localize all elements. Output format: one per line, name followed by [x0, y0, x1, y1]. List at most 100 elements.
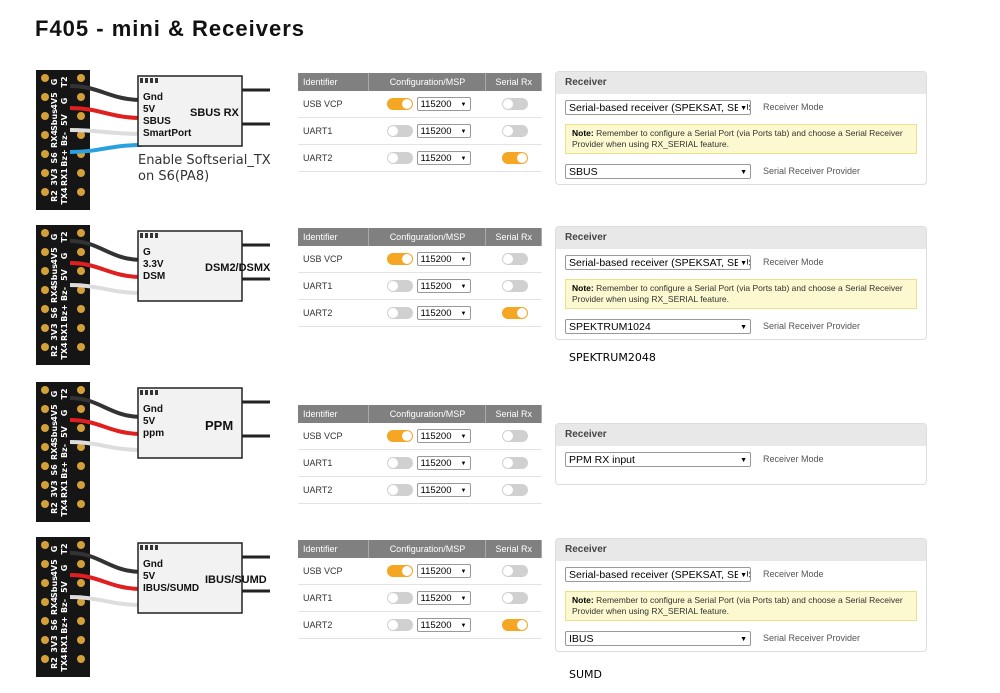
- column-header: Identifier: [298, 540, 370, 558]
- ports-table: Identifier Configuration/MSP Serial Rx USB …: [298, 540, 542, 639]
- serial-rx-toggle[interactable]: [501, 619, 528, 631]
- serial-rx-toggle[interactable]: [501, 125, 528, 137]
- msp-toggle[interactable]: [386, 457, 413, 469]
- serial-provider-row: IBUS Serial Receiver Provider: [556, 625, 926, 651]
- serial-provider-select[interactable]: IBUS: [565, 630, 751, 646]
- receiver-mode-select[interactable]: Serial-based receiver (SPEKSAT, SBUS, SU…: [565, 99, 751, 115]
- serial-rx-cell: [487, 280, 542, 292]
- solder-pad: [77, 386, 85, 394]
- serial-rx-toggle[interactable]: [501, 484, 528, 496]
- table-row: UART1 115200: [298, 450, 542, 477]
- pad-label: Sbus: [50, 576, 59, 598]
- receiver-pin-label: DSM: [143, 271, 165, 282]
- receiver-pin-label: G: [143, 247, 151, 258]
- connector-pin: [145, 545, 148, 550]
- serial-provider-row: SBUS Serial Receiver Provider: [556, 158, 926, 184]
- solder-pad: [77, 267, 85, 275]
- port-identifier: UART1: [303, 458, 333, 468]
- connector-pin: [140, 390, 143, 395]
- receiver-mode-select[interactable]: PPM RX input: [565, 451, 751, 467]
- baud-select[interactable]: 115200: [416, 306, 471, 321]
- baud-select[interactable]: 115200: [416, 151, 471, 166]
- solder-pad: [77, 617, 85, 625]
- serial-rx-toggle[interactable]: [501, 152, 528, 164]
- serial-rx-toggle[interactable]: [501, 98, 528, 110]
- ports-table: Identifier Configuration/MSP Serial Rx USB …: [298, 228, 542, 327]
- pad-label: S6: [50, 152, 59, 164]
- msp-toggle[interactable]: [386, 430, 413, 442]
- serial-provider-select[interactable]: SPEKTRUM1024: [565, 318, 751, 334]
- serial-rx-toggle[interactable]: [501, 430, 528, 442]
- serial-rx-toggle[interactable]: [501, 592, 528, 604]
- solder-pad: [41, 305, 49, 313]
- port-identifier: UART2: [303, 485, 333, 495]
- solder-pad: [41, 500, 49, 508]
- solder-pad: [77, 541, 85, 549]
- column-header: Configuration/MSP: [369, 405, 487, 423]
- pad-label: G: [50, 234, 59, 241]
- column-header: Configuration/MSP: [369, 73, 487, 91]
- receiver-mode-label: Receiver Mode: [763, 569, 824, 579]
- serial-provider-label: Serial Receiver Provider: [763, 166, 861, 176]
- serial-rx-toggle[interactable]: [501, 280, 528, 292]
- ports-table-header: Identifier Configuration/MSP Serial Rx: [298, 228, 542, 246]
- receiver-mode-label: Receiver Mode: [763, 257, 824, 267]
- note-body: Remember to configure a Serial Port (via…: [572, 283, 903, 304]
- receiver-pin-label: Gnd: [143, 559, 163, 570]
- table-row: UART1 115200: [298, 273, 542, 300]
- table-row: UART2 115200: [298, 300, 542, 327]
- msp-toggle[interactable]: [386, 484, 413, 496]
- table-row: UART1 115200: [298, 585, 542, 612]
- msp-toggle[interactable]: [386, 280, 413, 292]
- receiver-mode-select[interactable]: Serial-based receiver (SPEKSAT, SBUS, SU…: [565, 254, 751, 270]
- baud-select[interactable]: 115200: [416, 483, 471, 498]
- msp-toggle[interactable]: [386, 592, 413, 604]
- solder-pad: [41, 229, 49, 237]
- solder-pad: [77, 74, 85, 82]
- msp-toggle[interactable]: [386, 307, 413, 319]
- baud-select[interactable]: 115200: [416, 429, 471, 444]
- pad-label: R2: [50, 190, 59, 202]
- serial-rx-toggle[interactable]: [501, 565, 528, 577]
- pad-label: G: [50, 546, 59, 553]
- msp-toggle[interactable]: [386, 565, 413, 577]
- configuration-cell: 115200: [370, 564, 487, 579]
- msp-toggle[interactable]: [386, 125, 413, 137]
- msp-toggle[interactable]: [386, 98, 413, 110]
- column-header: Serial Rx: [486, 405, 542, 423]
- msp-toggle[interactable]: [386, 152, 413, 164]
- configuration-cell: 115200: [370, 151, 487, 166]
- baud-select[interactable]: 115200: [416, 279, 471, 294]
- msp-toggle[interactable]: [386, 253, 413, 265]
- solder-pad: [41, 286, 49, 294]
- baud-select[interactable]: 115200: [416, 591, 471, 606]
- serial-rx-toggle[interactable]: [501, 253, 528, 265]
- serial-rx-toggle[interactable]: [501, 457, 528, 469]
- port-identifier: USB VCP: [303, 99, 343, 109]
- baud-select[interactable]: 115200: [416, 252, 471, 267]
- serial-provider-select[interactable]: SBUS: [565, 163, 751, 179]
- solder-pad: [41, 598, 49, 606]
- baud-select[interactable]: 115200: [416, 564, 471, 579]
- baud-select[interactable]: 115200: [416, 124, 471, 139]
- baud-select[interactable]: 115200: [416, 97, 471, 112]
- solder-pad: [77, 579, 85, 587]
- pad-label: 3V3: [50, 480, 59, 497]
- configuration-cell: 115200: [370, 429, 487, 444]
- pad-label: G: [60, 410, 69, 417]
- serial-rx-toggle[interactable]: [501, 307, 528, 319]
- baud-select[interactable]: 115200: [416, 618, 471, 633]
- msp-toggle[interactable]: [386, 619, 413, 631]
- pad-label: Bz-: [60, 287, 69, 301]
- serial-rx-cell: [487, 152, 542, 164]
- solder-pad: [77, 169, 85, 177]
- receiver-mode-select[interactable]: Serial-based receiver (SPEKSAT, SBUS, SU…: [565, 566, 751, 582]
- solder-pad: [77, 560, 85, 568]
- column-header: Serial Rx: [486, 228, 542, 246]
- receiver-mode-row: Serial-based receiver (SPEKSAT, SBUS, SU…: [556, 94, 926, 120]
- pad-label: R2: [50, 502, 59, 514]
- receiver-panel-title: Receiver: [556, 424, 926, 446]
- pad-label: 3V3: [50, 168, 59, 185]
- pad-label: RX4: [50, 130, 59, 148]
- baud-select[interactable]: 115200: [416, 456, 471, 471]
